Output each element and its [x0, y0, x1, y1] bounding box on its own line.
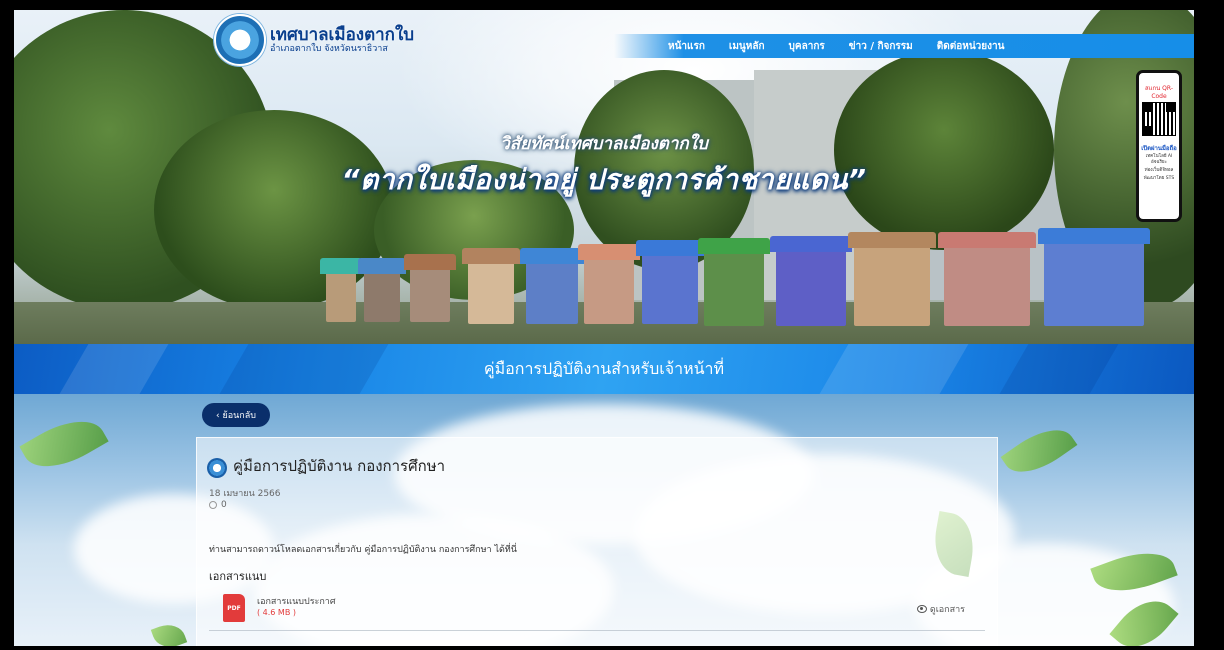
- qr-subtext: ท่องเว็บดิจิทอล: [1144, 168, 1174, 173]
- qr-code-icon: [1142, 102, 1176, 136]
- view-document-label: ดูเอกสาร: [929, 605, 965, 615]
- page-title-band: คู่มือการปฏิบัติงานสำหรับเจ้าหน้าที่: [14, 344, 1194, 394]
- nav-personnel[interactable]: บุคลากร: [789, 39, 825, 54]
- document-date: 18 เมษายน 2566: [209, 489, 281, 499]
- view-document-button[interactable]: ดูเอกสาร: [916, 602, 965, 616]
- document-title: คู่มือการปฏิบัติงาน กองการศึกษา: [233, 457, 446, 475]
- leaf-decoration: [150, 619, 188, 646]
- site-subtitle: อำเภอตากใบ จังหวัดนราธิวาส: [270, 43, 388, 54]
- attachments-heading: เอกสารแนบ: [209, 570, 267, 583]
- market-booth: [520, 248, 584, 324]
- attachment-size: ( 4.6 MB ): [257, 608, 296, 617]
- municipality-logo-icon: [214, 14, 266, 66]
- leaf-decoration: [1000, 416, 1078, 486]
- site-brand[interactable]: เทศบาลเมืองตากใบ อำเภอตากใบ จังหวัดนราธิ…: [214, 14, 414, 66]
- qr-label: สแกน QR-Code: [1145, 85, 1173, 100]
- attachment-name[interactable]: เอกสารแนบประกาศ: [257, 594, 336, 608]
- qr-caption: เปิดผ่านมือถือ: [1141, 145, 1177, 152]
- view-count: 0: [209, 500, 227, 510]
- leaf-decoration: [19, 406, 109, 482]
- eye-icon: [916, 605, 927, 613]
- qr-subtext: เทคโนโลยี AI อัจฉริยะ: [1145, 154, 1173, 165]
- market-booth: [770, 236, 852, 326]
- document-logo-icon: [207, 458, 227, 478]
- market-booth: [358, 258, 406, 322]
- pdf-icon: PDF: [223, 594, 245, 622]
- vision-slogan: “ตากใบเมืองน่าอยู่ ประตูการค้าชายแดน”: [341, 163, 867, 196]
- nav-home[interactable]: หน้าแรก: [668, 39, 705, 54]
- browser-viewport: เทศบาลเมืองตากใบ อำเภอตากใบ จังหวัดนราธิ…: [14, 10, 1194, 646]
- document-card: คู่มือการปฏิบัติงาน กองการศึกษา 18 เมษาย…: [196, 437, 998, 646]
- nav-contact[interactable]: ติดต่อหน่วยงาน: [937, 39, 1005, 54]
- attachment-row: PDF เอกสารแนบประกาศ ( 4.6 MB ) ดูเอกสาร: [209, 586, 985, 631]
- hero-banner: เทศบาลเมืองตากใบ อำเภอตากใบ จังหวัดนราธิ…: [14, 10, 1194, 344]
- site-name: เทศบาลเมืองตากใบ: [270, 24, 415, 45]
- market-booth: [848, 232, 936, 326]
- market-booth: [636, 240, 704, 324]
- qr-code-card[interactable]: สแกน QR-Code เปิดผ่านมือถือ เทคโนโลยี AI…: [1136, 70, 1182, 222]
- market-booth: [578, 244, 640, 324]
- main-nav: หน้าแรก เมนูหลัก บุคลากร ข่าว / กิจกรรม …: [614, 34, 1194, 58]
- market-booth: [698, 238, 770, 326]
- vision-label: วิสัยทัศน์เทศบาลเมืองตากใบ: [500, 134, 708, 154]
- content-area: ‹ ย้อนกลับ คู่มือการปฏิบัติงาน กองการศึก…: [14, 394, 1194, 646]
- nav-main-menu[interactable]: เมนูหลัก: [729, 39, 765, 54]
- document-description: ท่านสามารถดาวน์โหลดเอกสารเกี่ยวกับ คู่มื…: [209, 545, 517, 555]
- page-title: คู่มือการปฏิบัติงานสำหรับเจ้าหน้าที่: [483, 359, 725, 378]
- views-icon: [209, 501, 217, 509]
- market-booth: [404, 254, 456, 322]
- view-count-value: 0: [221, 500, 227, 510]
- nav-news[interactable]: ข่าว / กิจกรรม: [849, 39, 913, 54]
- market-booth: [938, 232, 1036, 326]
- back-button[interactable]: ‹ ย้อนกลับ: [202, 403, 270, 427]
- market-booth: [462, 248, 520, 324]
- market-booth: [320, 258, 362, 322]
- market-booth: [1038, 228, 1150, 326]
- qr-subtext: พัฒนาโดย STS: [1143, 176, 1175, 181]
